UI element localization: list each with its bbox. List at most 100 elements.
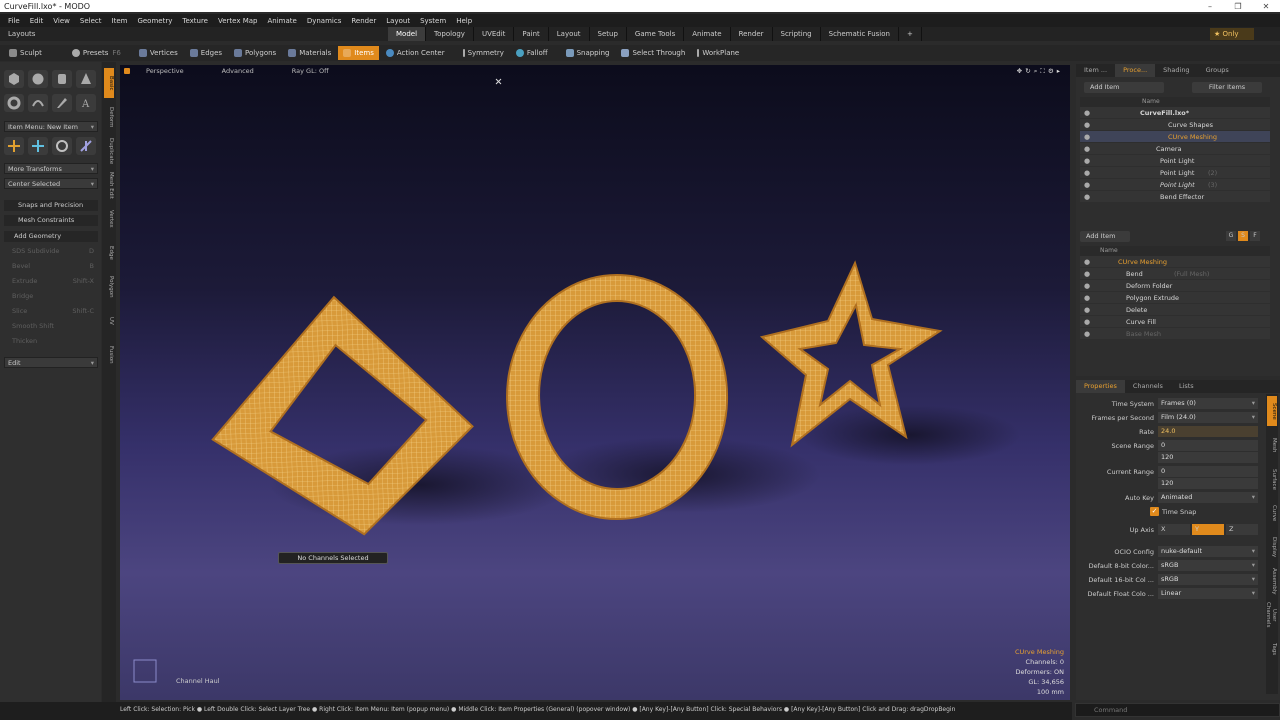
layout-tab-game-tools[interactable]: Game Tools — [627, 27, 685, 41]
tool-bevel[interactable]: Bevel B — [4, 261, 98, 272]
only-toggle[interactable]: ★ Only — [1210, 28, 1254, 40]
properties-tab-channels[interactable]: Channels — [1125, 380, 1171, 393]
layout-tab-scripting[interactable]: Scripting — [773, 27, 821, 41]
tree-row[interactable]: ● CurveFill.lxo* — [1080, 107, 1270, 119]
items-tab-item[interactable]: Item ... — [1076, 64, 1115, 77]
mode-edges-button[interactable]: Edges — [185, 46, 227, 60]
action-center-button[interactable]: Action Center — [381, 46, 450, 60]
add-deformer-button[interactable]: Add Item — [1080, 231, 1130, 242]
close-icon[interactable]: ✕ — [1252, 2, 1280, 11]
time-snap-checkbox[interactable]: ✓ — [1150, 507, 1159, 516]
maximize-icon[interactable]: ❐ — [1224, 2, 1252, 11]
menu-edit[interactable]: Edit — [26, 17, 50, 25]
tool-tab-deform[interactable]: Deform — [104, 102, 114, 132]
layout-tab-animate[interactable]: Animate — [684, 27, 731, 41]
layout-tab-setup[interactable]: Setup — [590, 27, 627, 41]
layout-tab-schematic-fusion[interactable]: Schematic Fusion — [821, 27, 899, 41]
workplane-button[interactable]: WorkPlane — [692, 46, 744, 60]
mode-items-button[interactable]: Items — [338, 46, 379, 60]
menu-texture[interactable]: Texture — [178, 17, 214, 25]
visibility-eye-icon[interactable]: ● — [1084, 143, 1090, 155]
up-axis-y[interactable]: Y — [1192, 524, 1224, 535]
tool-extrude[interactable]: Extrude Shift-X — [4, 276, 98, 287]
tool-bridge[interactable]: Bridge — [4, 291, 98, 302]
menu-animate[interactable]: Animate — [263, 17, 302, 25]
select-through-button[interactable]: Select Through — [616, 46, 690, 60]
tree-row[interactable]: ● Bend (Full Mesh) — [1080, 268, 1270, 280]
visibility-eye-icon[interactable]: ● — [1084, 268, 1090, 280]
torus-tool-icon[interactable] — [4, 94, 24, 112]
menu-geometry[interactable]: Geometry — [133, 17, 178, 25]
sculpt-button[interactable]: Sculpt — [4, 46, 47, 60]
tool-tab-mesh-edit[interactable]: Mesh Edit — [104, 170, 114, 200]
property-value-2[interactable]: 120 — [1158, 478, 1258, 489]
tree-row[interactable]: ● Curve Fill — [1080, 316, 1270, 328]
visibility-eye-icon[interactable]: ● — [1084, 107, 1090, 119]
menu-help[interactable]: Help — [452, 17, 478, 25]
viewport-settings-icon[interactable]: ⚙ — [1048, 67, 1054, 76]
properties-tab-properties[interactable]: Properties — [1076, 380, 1125, 393]
command-input[interactable]: Command — [1075, 703, 1280, 717]
layout-tab-uvedit[interactable]: UVEdit — [474, 27, 515, 41]
menu-layout[interactable]: Layout — [382, 17, 416, 25]
rotate-view-icon[interactable]: ↻ — [1025, 67, 1030, 76]
tool-tab-fusion[interactable]: Fusion — [104, 340, 114, 370]
shading-mode-dropdown[interactable]: Advanced — [218, 67, 258, 75]
property-value[interactable]: Animated — [1158, 492, 1258, 503]
3d-viewport[interactable]: Perspective Advanced Ray GL: Off ✥ ↻ ⌕ ⛶… — [120, 65, 1070, 700]
menu-vertex-map[interactable]: Vertex Map — [214, 17, 264, 25]
tool-tab-uv[interactable]: UV — [104, 306, 114, 336]
up-axis-z[interactable]: Z — [1226, 524, 1258, 535]
fit-view-icon[interactable]: ⛶ — [1040, 67, 1045, 76]
property-value[interactable]: Linear — [1158, 588, 1258, 599]
deformer-filter-g[interactable]: G — [1226, 231, 1236, 241]
tool-slice[interactable]: Slice Shift-C — [4, 306, 98, 317]
layout-tab-topology[interactable]: Topology — [426, 27, 474, 41]
property-value[interactable]: 0 — [1158, 466, 1258, 477]
visibility-eye-icon[interactable]: ● — [1084, 292, 1090, 304]
tool-tab-basic[interactable]: Basic — [104, 68, 114, 98]
add-item-button[interactable]: Add Item — [1084, 82, 1164, 93]
up-axis-x[interactable]: X — [1158, 524, 1190, 535]
tool-tab-polygon[interactable]: Polygon — [104, 272, 114, 302]
pan-icon[interactable]: ✥ — [1017, 67, 1022, 76]
layout-tab-model[interactable]: Model — [388, 27, 427, 41]
tree-row[interactable]: ● Camera — [1080, 143, 1270, 155]
tree-row[interactable]: ● Polygon Extrude — [1080, 292, 1270, 304]
rotate-tool-icon[interactable] — [28, 137, 48, 155]
tree-row[interactable]: ● Point Light (2) — [1080, 167, 1270, 179]
properties-side-tab-scene[interactable]: Scene — [1267, 396, 1277, 426]
tree-row[interactable]: ● Curve Shapes — [1080, 119, 1270, 131]
center-selected-dropdown[interactable]: Center Selected — [4, 178, 98, 190]
add-layout-icon[interactable]: + — [899, 27, 922, 41]
mode-materials-button[interactable]: Materials — [283, 46, 336, 60]
menu-system[interactable]: System — [416, 17, 452, 25]
visibility-eye-icon[interactable]: ● — [1084, 256, 1090, 268]
filter-items-button[interactable]: Filter Items — [1192, 82, 1262, 93]
layout-tab-layout[interactable]: Layout — [549, 27, 590, 41]
visibility-eye-icon[interactable]: ● — [1084, 328, 1090, 340]
symmetry-button[interactable]: Symmetry — [458, 46, 509, 60]
tool-tab-edge[interactable]: Edge — [104, 238, 114, 268]
properties-side-tab-display[interactable]: Display — [1267, 532, 1277, 562]
layouts-menu[interactable]: Layouts — [0, 30, 120, 38]
properties-side-tab-user-channels[interactable]: User Channels — [1265, 600, 1277, 630]
property-value[interactable]: sRGB — [1158, 560, 1258, 571]
properties-side-tab-curve[interactable]: Curve — [1267, 498, 1277, 528]
property-value[interactable]: 24.0 — [1158, 426, 1258, 437]
items-tab-groups[interactable]: Groups — [1198, 64, 1237, 77]
tool-tab-vertex[interactable]: Vertex — [104, 204, 114, 234]
visibility-eye-icon[interactable]: ● — [1084, 179, 1090, 191]
add-geometry-header[interactable]: Add Geometry — [4, 231, 98, 242]
tool-tab-duplicate[interactable]: Duplicate — [104, 136, 114, 166]
property-value[interactable]: Film (24.0) — [1158, 412, 1258, 423]
mesh-constraints-button[interactable]: Mesh Constraints — [4, 215, 98, 226]
visibility-eye-icon[interactable]: ● — [1084, 316, 1090, 328]
tree-row[interactable]: ● Deform Folder — [1080, 280, 1270, 292]
property-value[interactable]: nuke-default — [1158, 546, 1258, 557]
tree-row[interactable]: ● CUrve Meshing — [1080, 131, 1270, 143]
snapping-button[interactable]: Snapping — [561, 46, 615, 60]
layout-tab-render[interactable]: Render — [731, 27, 773, 41]
menu-select[interactable]: Select — [76, 17, 108, 25]
more-transforms-dropdown[interactable]: More Transforms — [4, 163, 98, 175]
